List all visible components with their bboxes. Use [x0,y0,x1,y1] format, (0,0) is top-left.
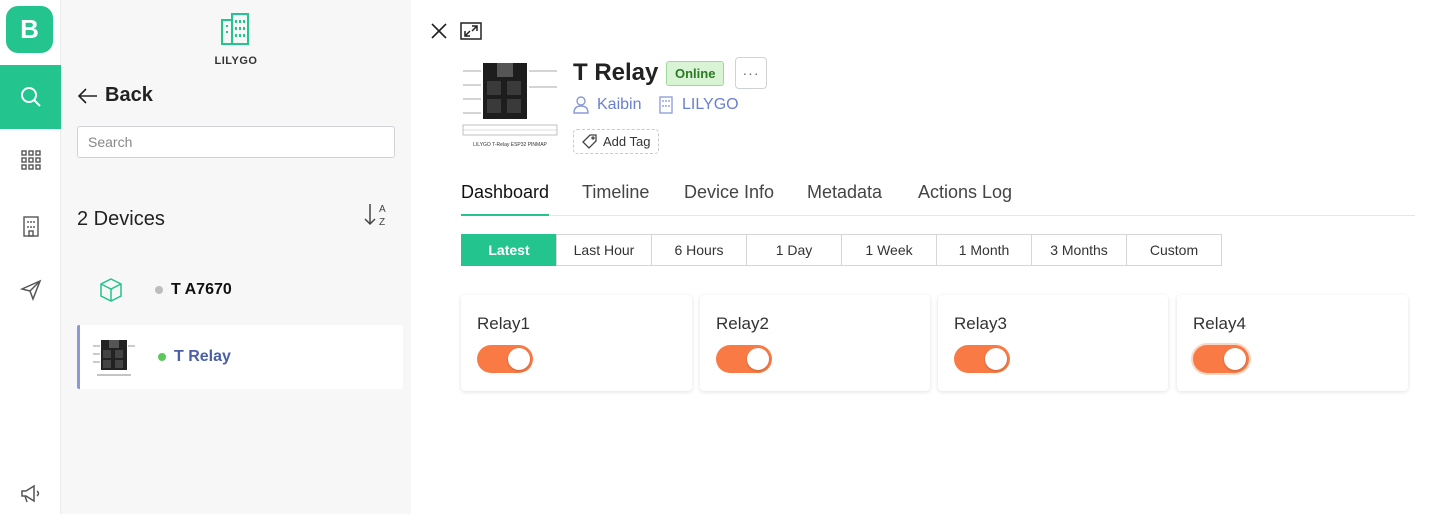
nav-rail: B [0,0,61,514]
device-item-t-relay[interactable]: T Relay [77,325,403,389]
user-icon [573,96,589,114]
device-title: T Relay [573,59,659,86]
nav-announcements[interactable] [0,462,61,526]
device-item-t-a7670[interactable]: T A7670 [77,258,403,322]
nav-organizations[interactable] [0,194,61,258]
widget-label: Relay4 [1193,314,1246,333]
time-range-selector: Latest Last Hour 6 Hours 1 Day 1 Week 1 … [461,234,1222,266]
status-dot-offline [155,286,163,294]
device-name: T Relay [174,348,231,365]
range-latest[interactable]: Latest [461,234,557,266]
building-icon [221,13,249,45]
svg-text:A: A [379,204,386,215]
status-badge: Online [666,61,725,86]
org-name: LILYGO [214,55,258,67]
more-options-button[interactable]: ··· [735,57,767,89]
range-1-month[interactable]: 1 Month [936,234,1032,266]
send-icon [19,279,41,301]
sort-button[interactable]: A Z [361,200,391,230]
device-detail: LILYGO T-Relay ESP32 PINMAP T Relay Onli… [411,0,1430,514]
widget-label: Relay3 [954,314,1007,333]
search-icon [20,87,41,107]
back-button[interactable]: Back [77,84,153,107]
device-tabs: Dashboard Timeline Device Info Metadata … [461,182,1415,216]
widget-label: Relay2 [716,314,769,333]
nav-devices[interactable] [0,128,61,192]
range-6-hours[interactable]: 6 Hours [651,234,747,266]
back-label: Back [105,84,153,106]
nav-search[interactable] [0,65,61,129]
board-image-icon [91,334,137,380]
relay4-switch[interactable] [1193,345,1249,373]
expand-icon [460,22,482,40]
switch-knob [1224,348,1246,370]
device-count: 2 Devices [77,208,165,230]
relay2-widget: Relay2 [700,295,930,391]
tab-actions-log[interactable]: Actions Log [918,182,1012,216]
add-tag-button[interactable]: Add Tag [573,129,660,154]
relay3-widget: Relay3 [938,295,1168,391]
range-1-week[interactable]: 1 Week [841,234,937,266]
close-icon [431,23,447,39]
switch-knob [985,348,1007,370]
sort-az-icon: A Z [364,204,386,228]
tab-timeline[interactable]: Timeline [582,182,649,216]
organization-link[interactable]: LILYGO [658,96,739,114]
nav-messages[interactable] [0,258,61,322]
widget-label: Relay1 [477,314,530,333]
tab-dashboard[interactable]: Dashboard [461,182,550,216]
status-dot-online [158,353,166,361]
relay1-widget: Relay1 [461,295,692,391]
switch-knob [508,348,530,370]
tab-device-info[interactable]: Device Info [684,182,774,216]
building-icon [659,96,673,114]
device-thumb [86,265,136,315]
cube-icon [100,278,122,302]
range-1-day[interactable]: 1 Day [746,234,842,266]
owner-link[interactable]: Kaibin [573,96,641,114]
device-thumb [89,332,139,382]
expand-button[interactable] [460,20,482,42]
relay1-switch[interactable] [477,345,533,373]
svg-text:Z: Z [379,217,385,228]
range-3-months[interactable]: 3 Months [1031,234,1127,266]
device-image: LILYGO T-Relay ESP32 PINMAP [461,57,559,151]
device-list-panel: LILYGO Back 2 Devices A Z T A7670 [61,0,411,514]
relay2-switch[interactable] [716,345,772,373]
building-icon [22,216,39,237]
search-input[interactable] [77,126,395,158]
switch-knob [747,348,769,370]
owner-name: Kaibin [597,96,642,113]
org-logo [215,12,255,46]
relay3-switch[interactable] [954,345,1010,373]
organization-name: LILYGO [682,96,739,113]
range-last-hour[interactable]: Last Hour [556,234,652,266]
tab-metadata[interactable]: Metadata [807,182,882,216]
grid-icon [20,150,41,170]
blynk-logo[interactable]: B [6,6,53,53]
tag-icon [582,134,597,149]
device-name: T A7670 [171,281,232,298]
range-custom[interactable]: Custom [1126,234,1222,266]
megaphone-icon [20,484,39,503]
svg-text:LILYGO T-Relay ESP32 PINMAP: LILYGO T-Relay ESP32 PINMAP [473,142,547,148]
board-pinmap-image: LILYGO T-Relay ESP32 PINMAP [461,57,559,151]
relay4-widget: Relay4 [1177,295,1408,391]
add-tag-label: Add Tag [603,134,651,149]
arrow-left-icon [77,87,97,104]
close-button[interactable] [428,20,450,42]
